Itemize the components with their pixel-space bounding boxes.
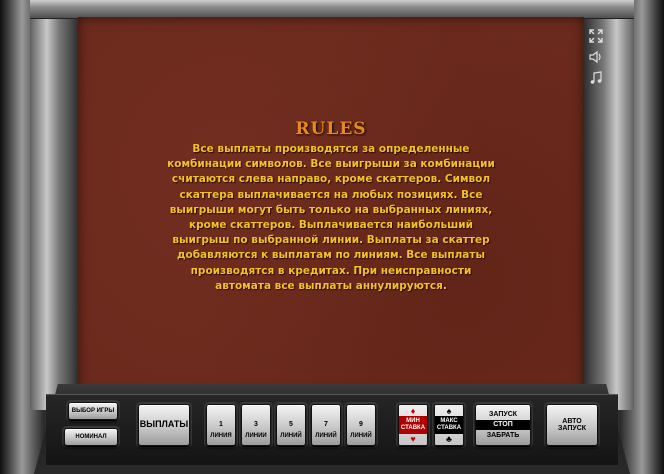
min-bet-button[interactable]: ♦ МИН СТАВКА ♥ [398,404,428,446]
take-label: ЗАБРАТЬ [486,431,520,439]
max-bet-label: МАКС СТАВКА [435,416,463,434]
line-label: ЛИНИЯ [210,432,232,439]
start-label: ЗАПУСК [488,410,518,418]
line-number: 7 [324,421,328,429]
line-button-7[interactable]: 7 ЛИНИЙ [311,404,341,446]
start-stop-take-button[interactable]: ЗАПУСК СТОП ЗАБРАТЬ [475,404,531,446]
line-button-1[interactable]: 1 ЛИНИЯ [206,404,236,446]
spade-icon: ♠ [446,406,452,417]
auto-start-label: АВТО ЗАПУСК [557,417,587,432]
side-icons [588,28,606,91]
line-number: 3 [254,421,258,429]
denomination-button[interactable]: НОМИНАЛ [64,428,118,446]
line-label: ЛИНИЙ [280,432,302,439]
line-number: 1 [219,421,223,429]
line-button-9[interactable]: 9 ЛИНИЙ [346,404,376,446]
select-game-button[interactable]: ВЫБОР ИГРЫ [68,402,118,420]
club-icon: ♣ [446,433,452,444]
line-button-5[interactable]: 5 ЛИНИЙ [276,404,306,446]
line-number: 5 [289,421,293,429]
auto-start-button[interactable]: АВТО ЗАПУСК [546,404,598,446]
min-bet-label: МИН СТАВКА [399,416,427,434]
select-game-label: ВЫБОР ИГРЫ [71,407,115,414]
payouts-label: ВЫПЛАТЫ [139,419,189,430]
line-label: ЛИНИЙ [350,432,372,439]
line-button-3[interactable]: 3 ЛИНИИ [241,404,271,446]
game-screen: RULES Все выплаты производятся за опреде… [78,17,584,394]
payouts-button[interactable]: ВЫПЛАТЫ [138,404,190,446]
rules-text: Все выплаты производятся за определенные… [167,143,495,292]
max-bet-button[interactable]: ♠ МАКС СТАВКА ♣ [434,404,464,446]
stop-label: СТОП [476,420,530,430]
line-label: ЛИНИИ [245,432,267,439]
music-icon[interactable] [588,70,604,86]
heart-icon: ♥ [410,433,416,444]
line-label: ЛИНИЙ [315,432,337,439]
line-number: 9 [359,421,363,429]
denomination-label: НОМИНАЛ [75,433,107,440]
rules-title: RULES [295,119,367,139]
fullscreen-icon[interactable] [588,28,604,44]
diamond-icon: ♦ [410,406,416,417]
cabinet-side-left [30,10,78,410]
sound-icon[interactable] [588,49,604,65]
